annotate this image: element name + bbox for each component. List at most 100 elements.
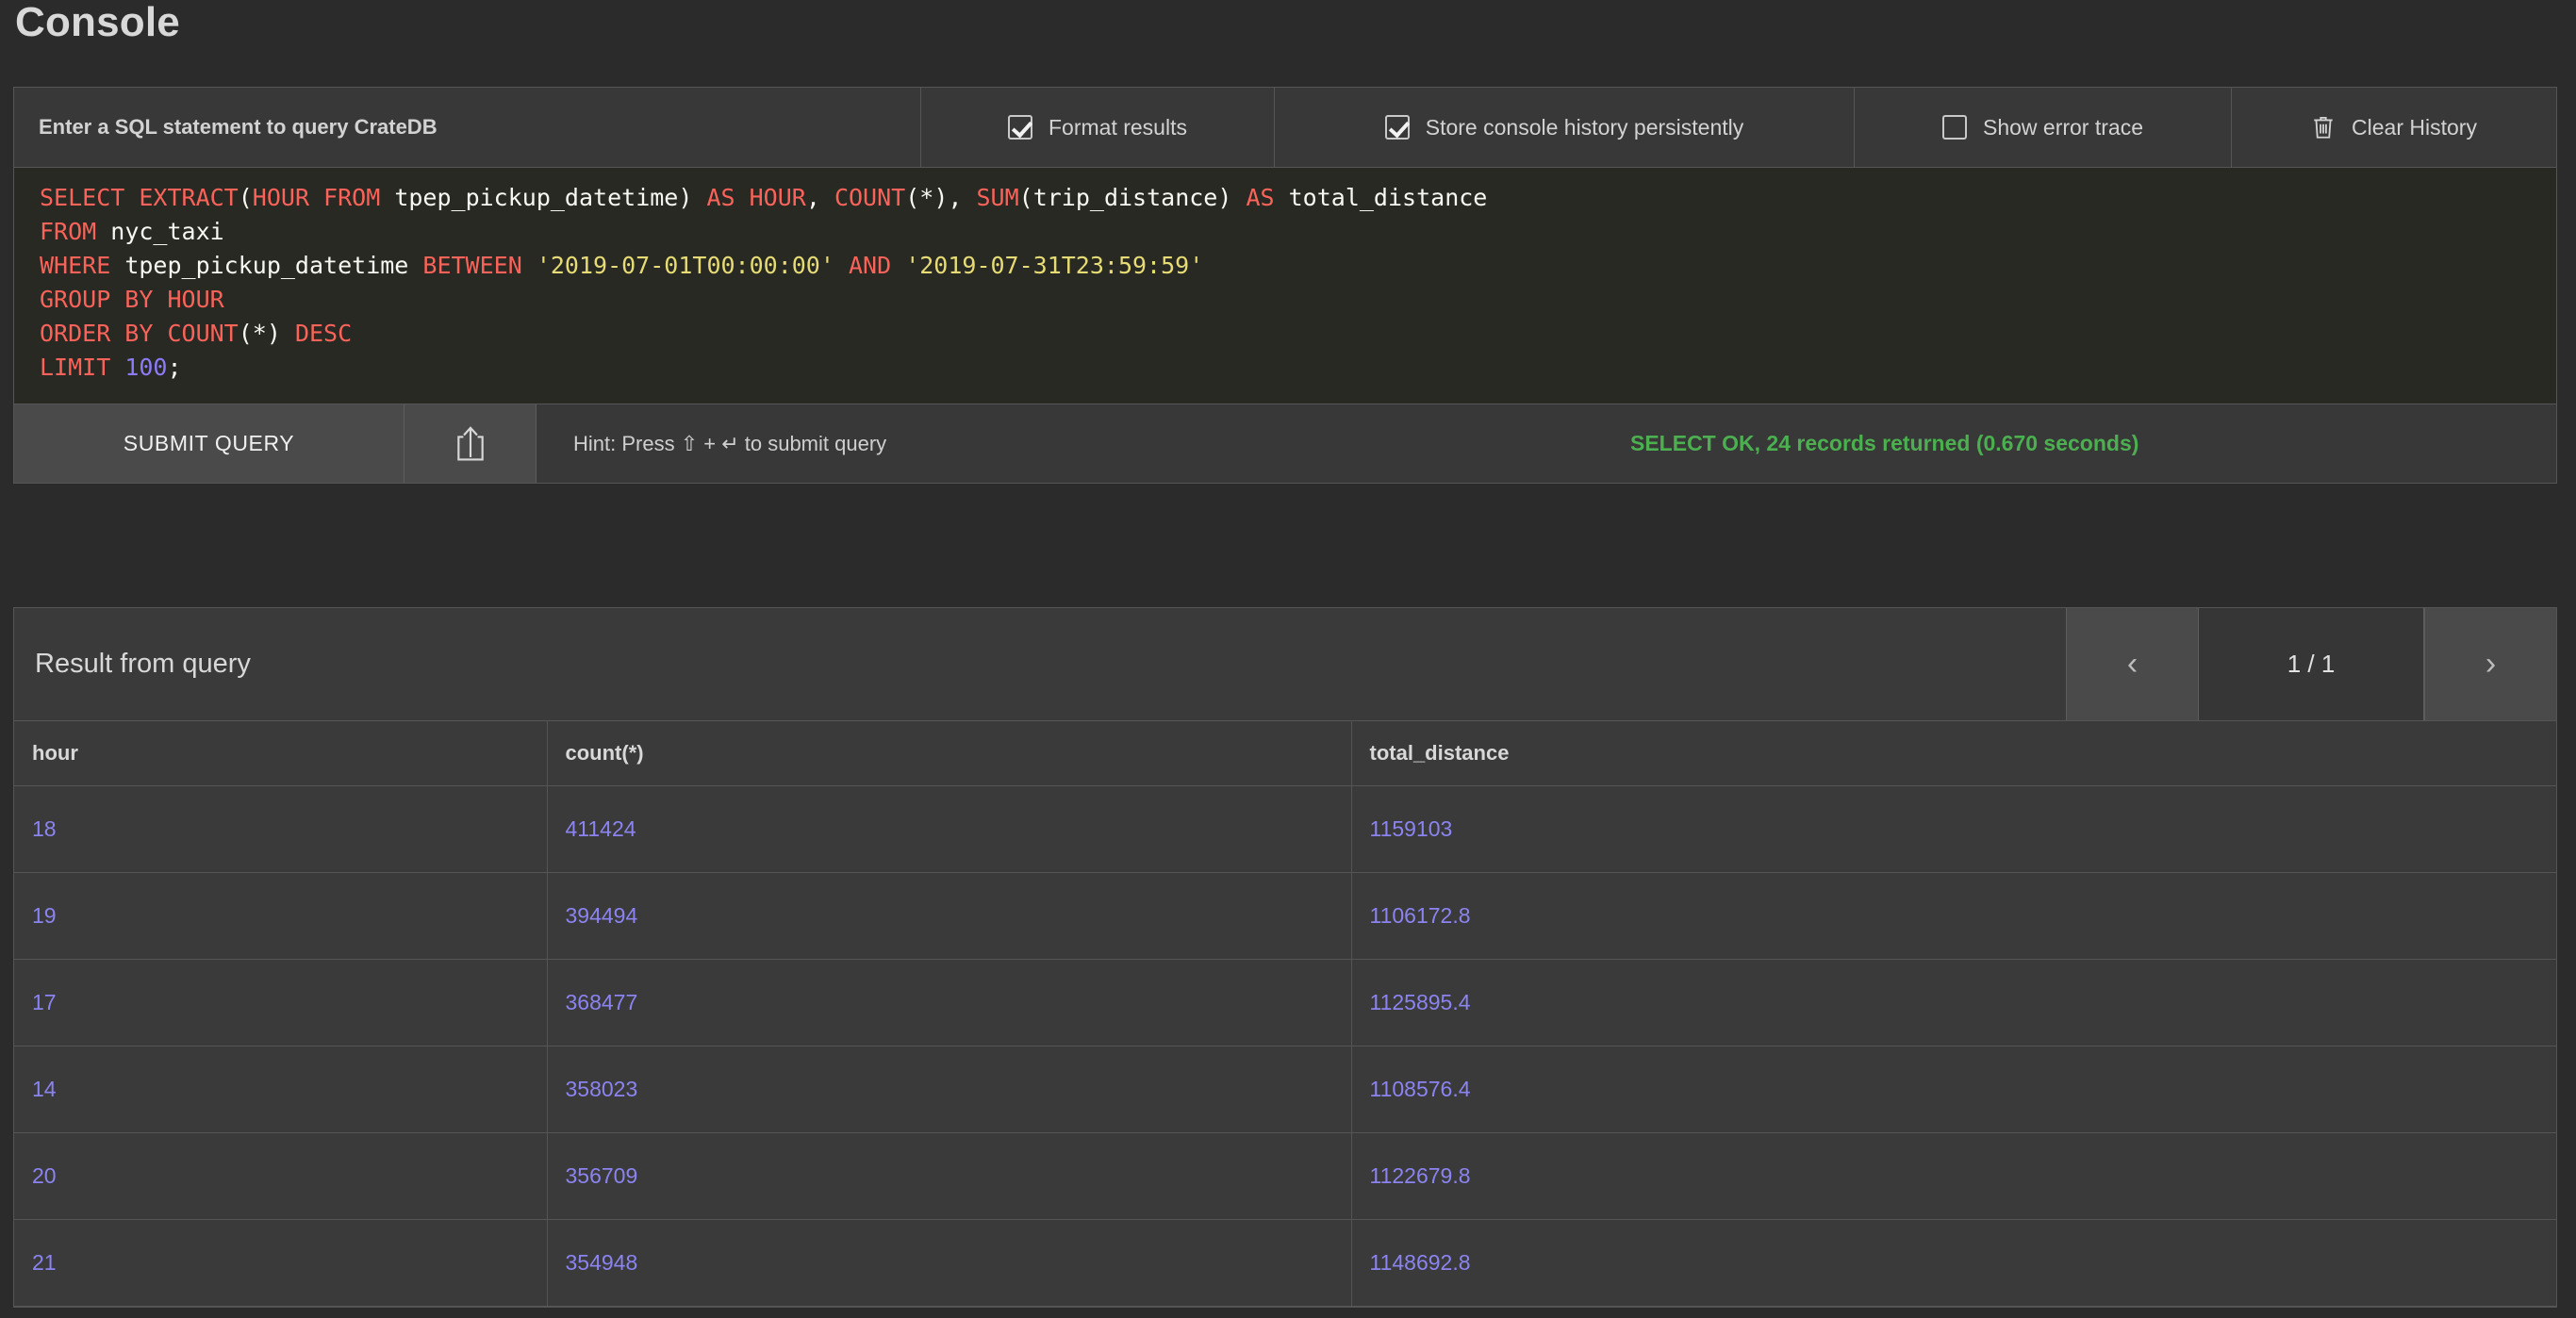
submit-hint-text: Hint: Press ⇧ + ↵ to submit query (573, 431, 887, 455)
table-cell: 1148692.8 (1351, 1219, 2556, 1307)
result-panel: Result from query ‹ 1 / 1 › hour count(*)… (13, 607, 2557, 1308)
sql-token: SUM (976, 184, 1019, 211)
submit-hint-area: Hint: Press ⇧ + ↵ to submit query SELECT… (537, 404, 2556, 483)
format-results-checkbox[interactable] (1008, 115, 1032, 140)
table-cell: 1106172.8 (1351, 872, 2556, 960)
sql-token: (*) (238, 320, 295, 347)
table-row: 21 354948 1148692.8 (14, 1219, 2556, 1307)
show-error-trace-checkbox[interactable] (1941, 115, 1967, 140)
format-results-toggle[interactable]: Format results (921, 88, 1275, 167)
submit-query-button[interactable]: SUBMIT QUERY (14, 404, 405, 483)
sql-token: (trip_distance) (1018, 184, 1247, 211)
next-page-button[interactable]: › (2424, 608, 2556, 720)
table-row: 18 411424 1159103 (14, 785, 2556, 873)
table-cell: 368477 (547, 959, 1352, 1046)
sql-token: (*), (905, 184, 977, 211)
query-status-message: SELECT OK, 24 records returned (0.670 se… (1630, 431, 2139, 455)
sql-token: FROM (40, 218, 97, 245)
page-indicator: 1 / 1 (2198, 608, 2424, 720)
table-cell: 19 (14, 872, 548, 960)
sql-line: ORDER BY COUNT(*) DESC (14, 317, 2556, 351)
table-cell: 14 (14, 1046, 548, 1133)
sql-token: EXTRACT (139, 184, 239, 211)
table-cell: 21 (14, 1219, 548, 1307)
sql-token: ORDER BY COUNT (40, 320, 239, 347)
show-error-trace-label: Show error trace (1982, 114, 2143, 140)
sql-token: HOUR FROM (252, 184, 381, 211)
column-header[interactable]: total_distance (1351, 721, 2556, 786)
trash-icon (2314, 116, 2333, 139)
table-cell: 394494 (547, 872, 1352, 960)
table-cell: 1125895.4 (1351, 959, 2556, 1046)
table-row: 20 356709 1122679.8 (14, 1132, 2556, 1220)
sql-token: SELECT (40, 184, 125, 211)
sql-line: WHERE tpep_pickup_datetime BETWEEN '2019… (14, 249, 2556, 283)
submit-bar: SUBMIT QUERY Hint: Press ⇧ + ↵ to submit… (14, 404, 2556, 483)
store-history-toggle[interactable]: Store console history persistently (1275, 88, 1855, 167)
table-cell: 411424 (547, 785, 1352, 873)
table-cell: 1122679.8 (1351, 1132, 2556, 1220)
sql-token: '2019-07-01T00:00:00' (536, 252, 834, 279)
share-query-button[interactable] (405, 404, 537, 483)
sql-prompt-label: Enter a SQL statement to query CrateDB (14, 88, 921, 167)
page-title: Console (15, 0, 180, 45)
sql-token: WHERE (40, 252, 111, 279)
sql-token: ( (238, 184, 253, 211)
table-cell: 1108576.4 (1351, 1046, 2556, 1133)
sql-token: GROUP BY HOUR (40, 286, 224, 313)
sql-token: DESC (294, 320, 353, 347)
show-error-trace-toggle[interactable]: Show error trace (1855, 88, 2232, 167)
console-page: Console Enter a SQL statement to query C… (0, 0, 2576, 1318)
sql-line: SELECT EXTRACT(HOUR FROM tpep_pickup_dat… (14, 181, 2556, 215)
table-cell: 356709 (547, 1132, 1352, 1220)
table-cell: 354948 (547, 1219, 1352, 1307)
table-cell: 18 (14, 785, 548, 873)
sql-token: '2019-07-31T23:59:59' (905, 252, 1204, 279)
table-row: 19 394494 1106172.8 (14, 872, 2556, 960)
sql-token: tpep_pickup_datetime (110, 252, 423, 279)
store-history-label: Store console history persistently (1425, 114, 1744, 140)
sql-token: HOUR (749, 184, 806, 211)
column-header[interactable]: hour (14, 721, 548, 786)
clear-history-label: Clear History (2352, 114, 2477, 140)
sql-token: LIMIT (40, 354, 111, 381)
sql-line: LIMIT 100; (14, 351, 2556, 385)
table-row: 17 368477 1125895.4 (14, 959, 2556, 1046)
sql-line: FROM nyc_taxi (14, 215, 2556, 249)
console-toolbar: Enter a SQL statement to query CrateDB F… (14, 88, 2556, 168)
table-cell: 17 (14, 959, 548, 1046)
table-cell: 1159103 (1351, 785, 2556, 873)
sql-token: BETWEEN (422, 252, 522, 279)
sql-token: nyc_taxi (96, 218, 224, 245)
sql-token: tpep_pickup_datetime) (380, 184, 707, 211)
format-results-label: Format results (1049, 114, 1187, 140)
results-table-body: 18 411424 1159103 19 394494 1106172.8 17 368477… (14, 785, 2556, 1307)
sql-token: AND (848, 252, 892, 279)
sql-token: AS (1246, 184, 1275, 211)
store-history-checkbox[interactable] (1384, 115, 1410, 140)
sql-token: total_distance (1274, 184, 1488, 211)
sql-editor[interactable]: SELECT EXTRACT(HOUR FROM tpep_pickup_dat… (14, 168, 2556, 404)
share-upload-icon (456, 425, 484, 461)
table-row: 14 358023 1108576.4 (14, 1046, 2556, 1133)
table-cell: 20 (14, 1132, 548, 1220)
column-header[interactable]: count(*) (547, 721, 1352, 786)
sql-line: GROUP BY HOUR (14, 283, 2556, 317)
results-table-head: hour count(*) total_distance (14, 721, 2556, 786)
sql-token: AS (706, 184, 735, 211)
sql-token: , (805, 184, 834, 211)
clear-history-button[interactable]: Clear History (2232, 88, 2556, 167)
sql-token: COUNT (834, 184, 906, 211)
result-header: Result from query ‹ 1 / 1 › (14, 608, 2556, 721)
results-table: hour count(*) total_distance 18 411424 11591… (14, 721, 2556, 1307)
table-cell: 358023 (547, 1046, 1352, 1133)
prev-page-button[interactable]: ‹ (2066, 608, 2198, 720)
result-title: Result from query (35, 649, 251, 679)
console-panel: Enter a SQL statement to query CrateDB F… (13, 87, 2557, 484)
